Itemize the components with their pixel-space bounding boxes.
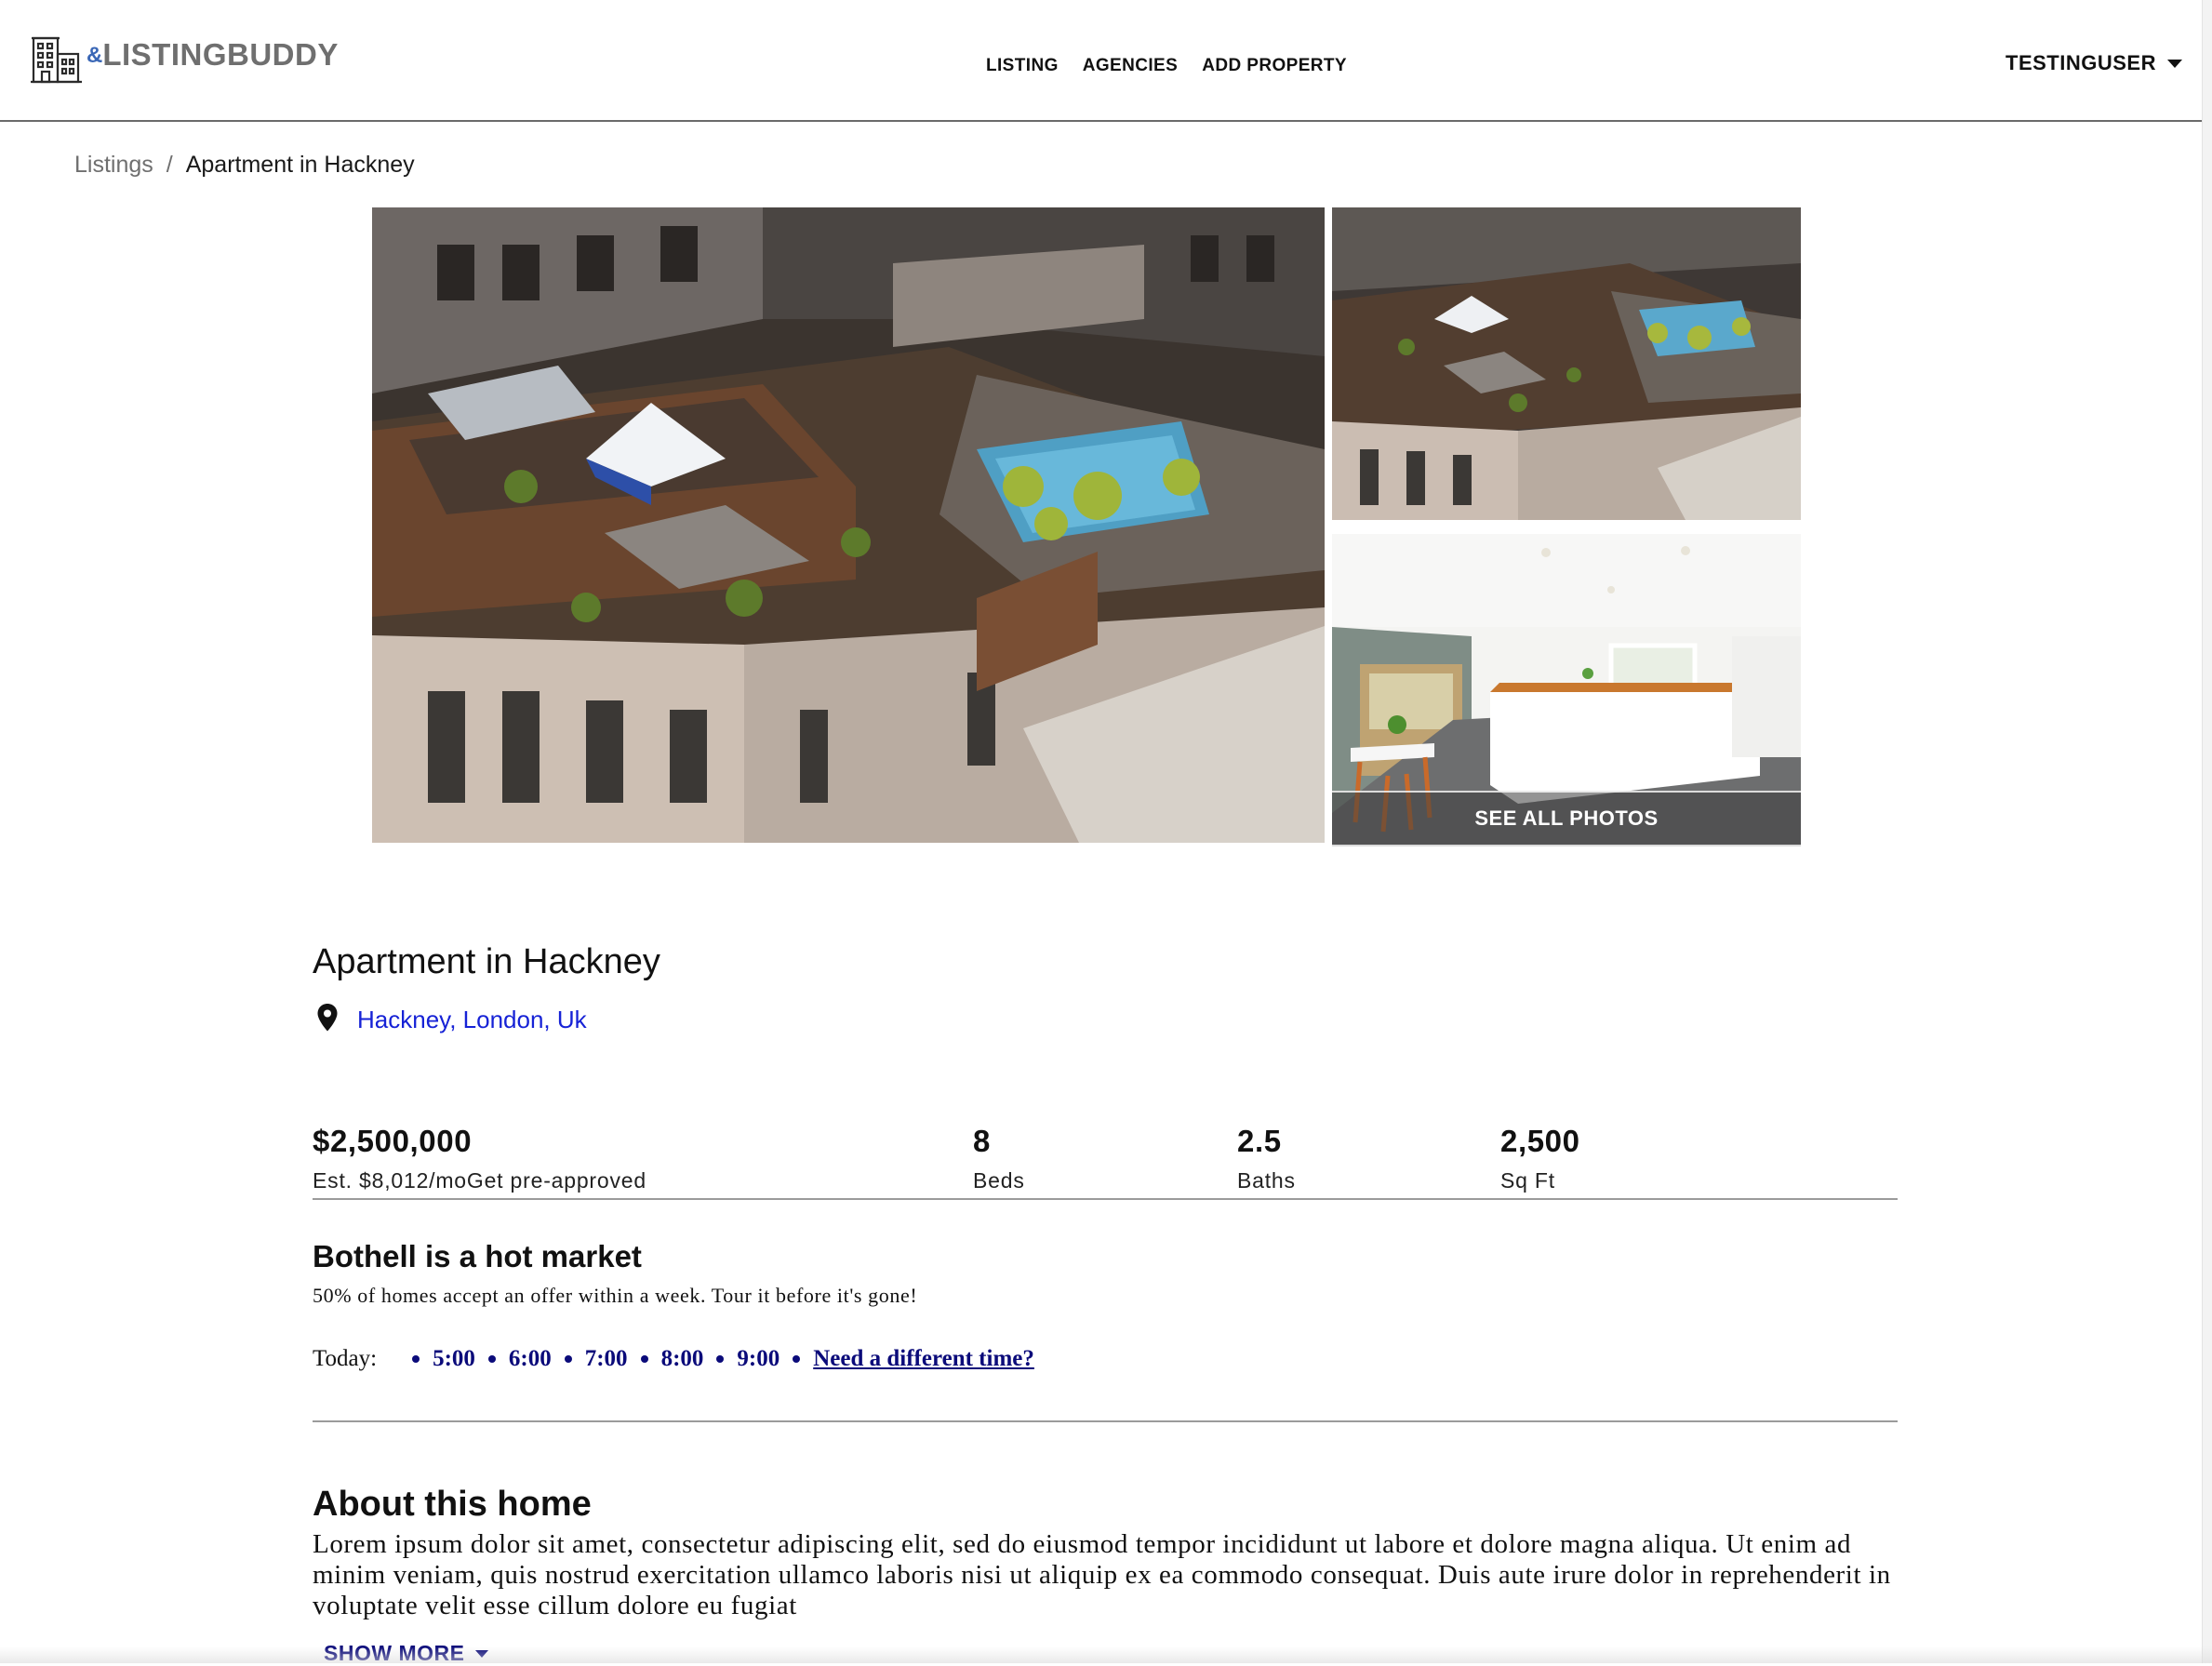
top-header: & LISTINGBUDDY LISTING AGENCIES ADD PROP…: [0, 0, 2212, 122]
rooftop-photo-image-2: [1332, 207, 1801, 520]
tour-slot-5[interactable]: 5:00: [412, 1346, 488, 1372]
baths-stat: 2.5 Baths: [1237, 1124, 1296, 1193]
logo-ampersand: &: [87, 43, 103, 68]
different-time-slot: [793, 1355, 813, 1363]
beds-stat: 8 Beds: [973, 1124, 1025, 1193]
secondary-photo-1[interactable]: [1332, 207, 1801, 520]
sqft-label: Sq Ft: [1500, 1168, 1555, 1193]
tour-slot-time: 6:00: [508, 1346, 552, 1371]
nav-agencies[interactable]: AGENCIES: [1083, 56, 1178, 76]
hot-market-subtitle: 50% of homes accept an offer within a we…: [313, 1284, 918, 1307]
bullet-icon: [716, 1355, 725, 1363]
stats-divider: [313, 1198, 1898, 1200]
brand-logo[interactable]: & LISTINGBUDDY: [31, 35, 339, 84]
about-title: About this home: [313, 1485, 592, 1524]
bullet-icon: [412, 1355, 420, 1363]
price-stat: $2,500,000 Est. $8,012/moGet pre-approve…: [313, 1124, 646, 1193]
tour-slot-time: 8:00: [660, 1346, 704, 1371]
tour-slot-8[interactable]: 8:00: [640, 1346, 717, 1372]
main-photo[interactable]: [372, 207, 1325, 843]
beds-value: 8: [973, 1124, 991, 1158]
secondary-photo-2[interactable]: SEE ALL PHOTOS: [1332, 534, 1801, 846]
user-menu[interactable]: TESTINGUSER: [2005, 51, 2182, 75]
building-logo-icon: [31, 36, 82, 84]
baths-label: Baths: [1237, 1168, 1296, 1193]
price-value: $2,500,000: [313, 1124, 473, 1158]
logo-text: LISTINGBUDDY: [102, 37, 339, 72]
baths-value: 2.5: [1237, 1124, 1282, 1158]
map-pin-icon: [317, 1004, 338, 1032]
beds-label: Beds: [973, 1168, 1025, 1193]
bullet-icon: [793, 1355, 801, 1363]
tour-slot-6[interactable]: 6:00: [487, 1346, 565, 1372]
breadcrumb-current: Apartment in Hackney: [185, 152, 415, 178]
rooftop-photo-image: [372, 207, 1325, 843]
nav-add-property[interactable]: ADD PROPERTY: [1202, 56, 1347, 76]
tour-slot-time: 9:00: [737, 1346, 780, 1371]
tour-times: Today: 5:00 6:00 7:00 8:00 9:00 Need a d…: [313, 1346, 1034, 1372]
page-scrollbar[interactable]: [2202, 0, 2212, 1663]
sqft-stat: 2,500 Sq Ft: [1500, 1124, 1580, 1193]
caret-down-icon: [2166, 59, 2182, 68]
tour-slot-9[interactable]: 9:00: [716, 1346, 793, 1372]
location-link[interactable]: Hackney, London, Uk: [357, 1006, 587, 1034]
bullet-icon: [640, 1355, 648, 1363]
bullet-icon: [564, 1355, 572, 1363]
price-estimate: Est. $8,012/moGet pre-approved: [313, 1168, 646, 1193]
different-time-link[interactable]: Need a different time?: [813, 1346, 1034, 1372]
listing-title: Apartment in Hackney: [313, 942, 660, 981]
bullet-icon: [487, 1355, 496, 1363]
tour-slot-time: 5:00: [433, 1346, 475, 1371]
sqft-value: 2,500: [1500, 1124, 1580, 1158]
breadcrumb: Listings / Apartment in Hackney: [74, 152, 415, 179]
listing-location: Hackney, London, Uk: [316, 1003, 587, 1033]
nav-listing[interactable]: LISTING: [986, 56, 1059, 76]
see-all-photos-button[interactable]: SEE ALL PHOTOS: [1332, 791, 1801, 846]
tour-today-label: Today:: [313, 1346, 378, 1371]
user-name: TESTINGUSER: [2005, 51, 2156, 74]
main-nav: LISTING AGENCIES ADD PROPERTY: [986, 56, 1371, 76]
breadcrumb-listings-link[interactable]: Listings: [74, 152, 153, 179]
about-description: Lorem ipsum dolor sit amet, consectetur …: [313, 1529, 1891, 1620]
bottom-fade: [0, 1646, 2212, 1663]
breadcrumb-separator: /: [166, 152, 173, 178]
tour-slot-time: 7:00: [584, 1346, 628, 1371]
hot-market-title: Bothell is a hot market: [313, 1239, 642, 1273]
tour-slot-7[interactable]: 7:00: [564, 1346, 641, 1372]
section-divider: [313, 1420, 1898, 1422]
